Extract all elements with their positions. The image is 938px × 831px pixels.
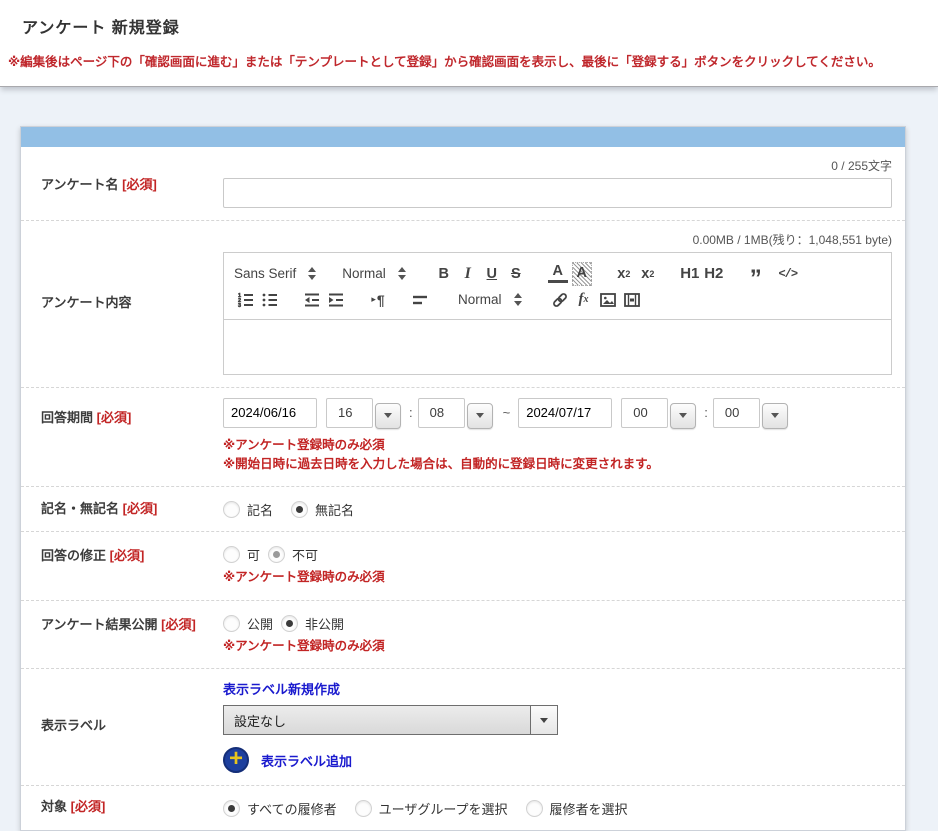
publish-note: ※アンケート登録時のみ必須 [223,637,892,656]
radio-user-group[interactable] [355,800,372,817]
code-block-button[interactable]: </> [778,262,798,286]
result-publish-label: アンケート結果公開 [必須] [41,611,223,656]
start-date-input[interactable] [223,398,317,428]
create-display-label-link[interactable]: 表示ラベル新規作成 [223,682,340,697]
dropdown-arrow-icon [530,706,557,734]
picker-arrows-icon [308,267,316,280]
editor-content-area[interactable] [223,320,892,375]
radio-public[interactable] [223,615,240,632]
subscript-button[interactable]: x2 [614,262,634,286]
radio-modify-allowed[interactable] [223,546,240,563]
underline-button[interactable]: U [482,262,502,286]
start-hour-select[interactable]: 16 [326,398,401,429]
end-minute-select[interactable]: 00 [713,398,788,429]
period-note: ※アンケート登録時のみ必須 ※開始日時に過去日時を入力した場合は、自動的に登録日… [223,436,892,475]
add-display-label-button[interactable]: + [223,747,249,773]
row-anonymity: 記名・無記名 [必須] 記名 無記名 [21,487,905,532]
answer-period-label: 回答期間 [必須] [41,398,223,475]
size-picker[interactable]: Normal [458,292,522,307]
dropdown-arrow-icon[interactable] [670,403,696,429]
anonymity-label: 記名・無記名 [必須] [41,499,223,519]
row-survey-content: アンケート内容 0.00MB / 1MB(残り：1,048,551 byte) … [21,221,905,388]
radio-all-students[interactable] [223,800,240,817]
row-result-publish: アンケート結果公開 [必須] 公開 非公開 ※アンケート登録時のみ必須 [21,601,905,669]
dropdown-arrow-icon[interactable] [375,403,401,429]
outdent-icon[interactable] [302,288,322,312]
required-badge: [必須] [71,799,106,814]
required-badge: [必須] [123,501,158,516]
answer-modify-label: 回答の修正 [必須] [41,542,223,587]
end-date-input[interactable] [518,398,612,428]
page-header: アンケート 新規登録 ※編集後はページ下の「確認画面に進む」または「テンプレート… [0,0,938,87]
picker-arrows-icon [398,267,406,280]
video-icon[interactable] [622,288,642,312]
time-colon: : [704,405,708,420]
row-target: 対象 [必須] すべての履修者 ユーザグループを選択 履修者を選択 [21,786,905,830]
page-title: アンケート 新規登録 [22,14,930,38]
radio-modify-not-allowed[interactable] [268,546,285,563]
start-minute-select[interactable]: 08 [418,398,493,429]
italic-button[interactable]: I [458,262,478,286]
required-badge: [必須] [110,548,145,563]
text-direction-icon[interactable]: ▸¶ [368,288,388,312]
header2-button[interactable]: H2 [704,262,724,286]
superscript-button[interactable]: x2 [638,262,658,286]
dropdown-arrow-icon[interactable] [762,403,788,429]
bold-button[interactable]: B [434,262,454,286]
indent-icon[interactable] [326,288,346,312]
required-badge: [必須] [161,617,196,632]
ordered-list-icon[interactable]: 1 2 3 [236,288,256,312]
row-answer-period: 回答期間 [必須] 16 : 08 ~ 00 [21,388,905,488]
editor-toolbar: Sans Serif Normal B I U S A A [223,252,892,320]
display-label-label: 表示ラベル [41,716,223,736]
end-hour-select[interactable]: 00 [621,398,696,429]
image-icon[interactable] [598,288,618,312]
survey-form-panel: アンケート名 [必須] 0 / 255文字 アンケート内容 0.00MB / 1… [20,126,906,831]
svg-text:3: 3 [238,303,241,309]
blockquote-button[interactable]: ” [746,262,766,286]
survey-name-label: アンケート名 [必須] [41,157,223,208]
dropdown-arrow-icon[interactable] [467,403,493,429]
required-badge: [必須] [122,177,157,192]
row-display-label: 表示ラベル 表示ラベル新規作成 設定なし + 表示ラベル追加 [21,669,905,786]
font-picker[interactable]: Sans Serif [234,266,316,281]
header1-button[interactable]: H1 [680,262,700,286]
modify-note: ※アンケート登録時のみ必須 [223,568,892,587]
target-label: 対象 [必須] [41,797,223,817]
char-counter: 0 / 255文字 [223,157,892,174]
link-icon[interactable] [550,288,570,312]
picker-arrows-icon [514,293,522,306]
radio-anonymous[interactable] [291,501,308,518]
row-answer-modify: 回答の修正 [必須] 可 不可 ※アンケート登録時のみ必須 [21,532,905,600]
survey-content-label: アンケート内容 [41,293,223,313]
radio-named[interactable] [223,501,240,518]
plus-icon: + [229,749,243,769]
add-display-label-link[interactable]: 表示ラベル追加 [261,751,352,770]
panel-header-bar [21,127,905,147]
range-tilde: ~ [503,405,511,420]
radio-private[interactable] [281,615,298,632]
time-colon: : [409,405,413,420]
page-notice: ※編集後はページ下の「確認画面に進む」または「テンプレートとして登録」から確認画… [8,54,926,72]
display-label-select[interactable]: 設定なし [223,705,558,735]
background-color-button[interactable]: A [572,262,592,286]
text-color-button[interactable]: A [548,264,568,283]
align-icon[interactable] [410,288,430,312]
survey-name-input[interactable] [223,178,892,208]
required-badge: [必須] [97,410,132,425]
strike-button[interactable]: S [506,262,526,286]
header-picker[interactable]: Normal [342,266,406,281]
formula-icon[interactable]: fx [574,288,594,312]
size-counter: 0.00MB / 1MB(残り：1,048,551 byte) [223,231,892,248]
row-survey-name: アンケート名 [必須] 0 / 255文字 [21,147,905,221]
bullet-list-icon[interactable] [260,288,280,312]
radio-select-students[interactable] [526,800,543,817]
